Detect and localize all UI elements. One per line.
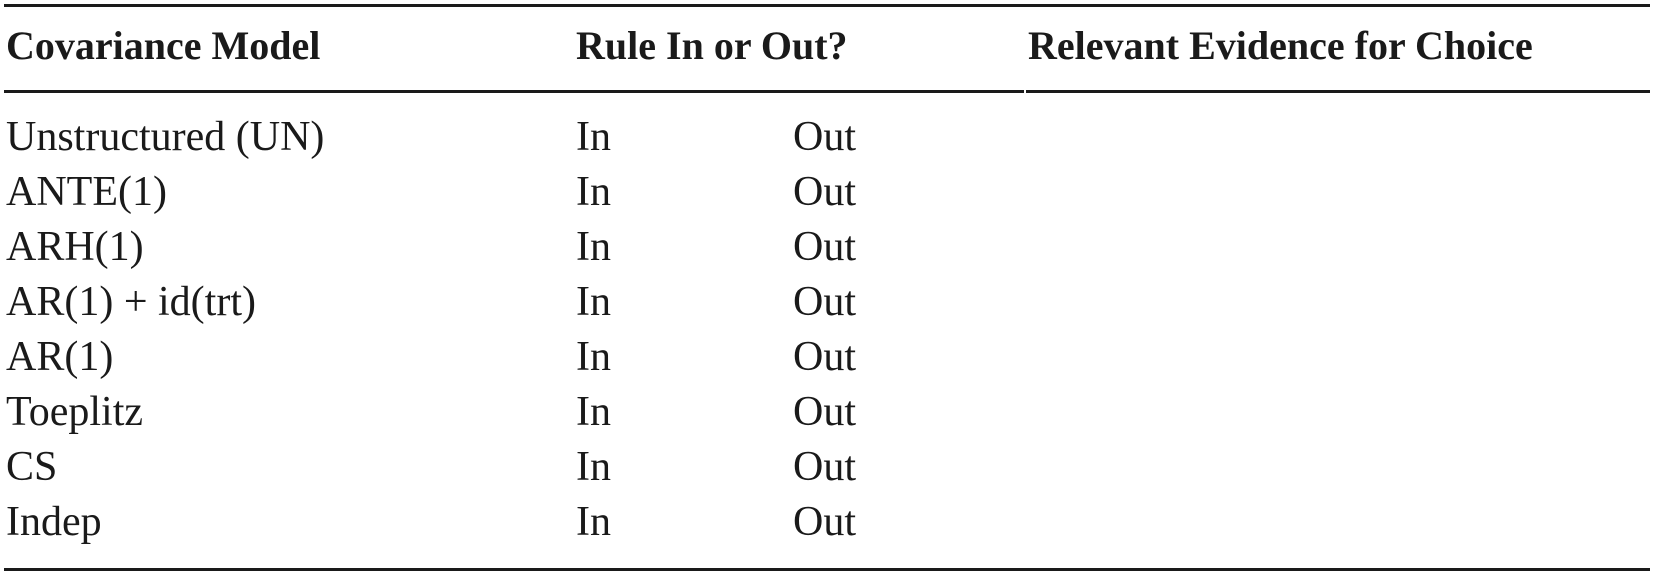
option-out[interactable]: Out <box>793 110 856 165</box>
table-bottom-rule <box>4 568 1650 571</box>
option-out[interactable]: Out <box>793 220 856 275</box>
option-in[interactable]: In <box>576 165 611 220</box>
model-name: AR(1) + id(trt) <box>6 279 256 325</box>
table-row: AR(1) In Out <box>0 330 1654 385</box>
model-name: CS <box>6 444 58 490</box>
option-out[interactable]: Out <box>793 495 856 550</box>
option-in[interactable]: In <box>576 440 611 495</box>
model-name: ANTE(1) <box>6 169 167 215</box>
table-header-rule <box>4 90 1650 93</box>
table-row: Toeplitz In Out <box>0 385 1654 440</box>
option-in[interactable]: In <box>576 495 611 550</box>
option-in[interactable]: In <box>576 275 611 330</box>
header-rule-in-or-out: Rule In or Out? <box>576 23 848 68</box>
option-in[interactable]: In <box>576 385 611 440</box>
option-out[interactable]: Out <box>793 385 856 440</box>
table-top-rule <box>4 4 1650 7</box>
table-row: ANTE(1) In Out <box>0 165 1654 220</box>
model-name: Toeplitz <box>6 389 144 435</box>
model-name: Indep <box>6 499 102 545</box>
table-row: Indep In Out <box>0 495 1654 550</box>
model-name: ARH(1) <box>6 224 144 270</box>
model-name: AR(1) <box>6 334 114 380</box>
header-relevant-evidence: Relevant Evidence for Choice <box>1028 23 1533 68</box>
table-row: ARH(1) In Out <box>0 220 1654 275</box>
option-in[interactable]: In <box>576 330 611 385</box>
option-in[interactable]: In <box>576 220 611 275</box>
table-row: AR(1) + id(trt) In Out <box>0 275 1654 330</box>
header-covariance-model: Covariance Model <box>6 23 321 68</box>
option-out[interactable]: Out <box>793 275 856 330</box>
option-out[interactable]: Out <box>793 440 856 495</box>
table-row: CS In Out <box>0 440 1654 495</box>
option-out[interactable]: Out <box>793 330 856 385</box>
option-in[interactable]: In <box>576 110 611 165</box>
option-out[interactable]: Out <box>793 165 856 220</box>
model-name: Unstructured (UN) <box>6 114 325 160</box>
table-row: Unstructured (UN) In Out <box>0 110 1654 165</box>
